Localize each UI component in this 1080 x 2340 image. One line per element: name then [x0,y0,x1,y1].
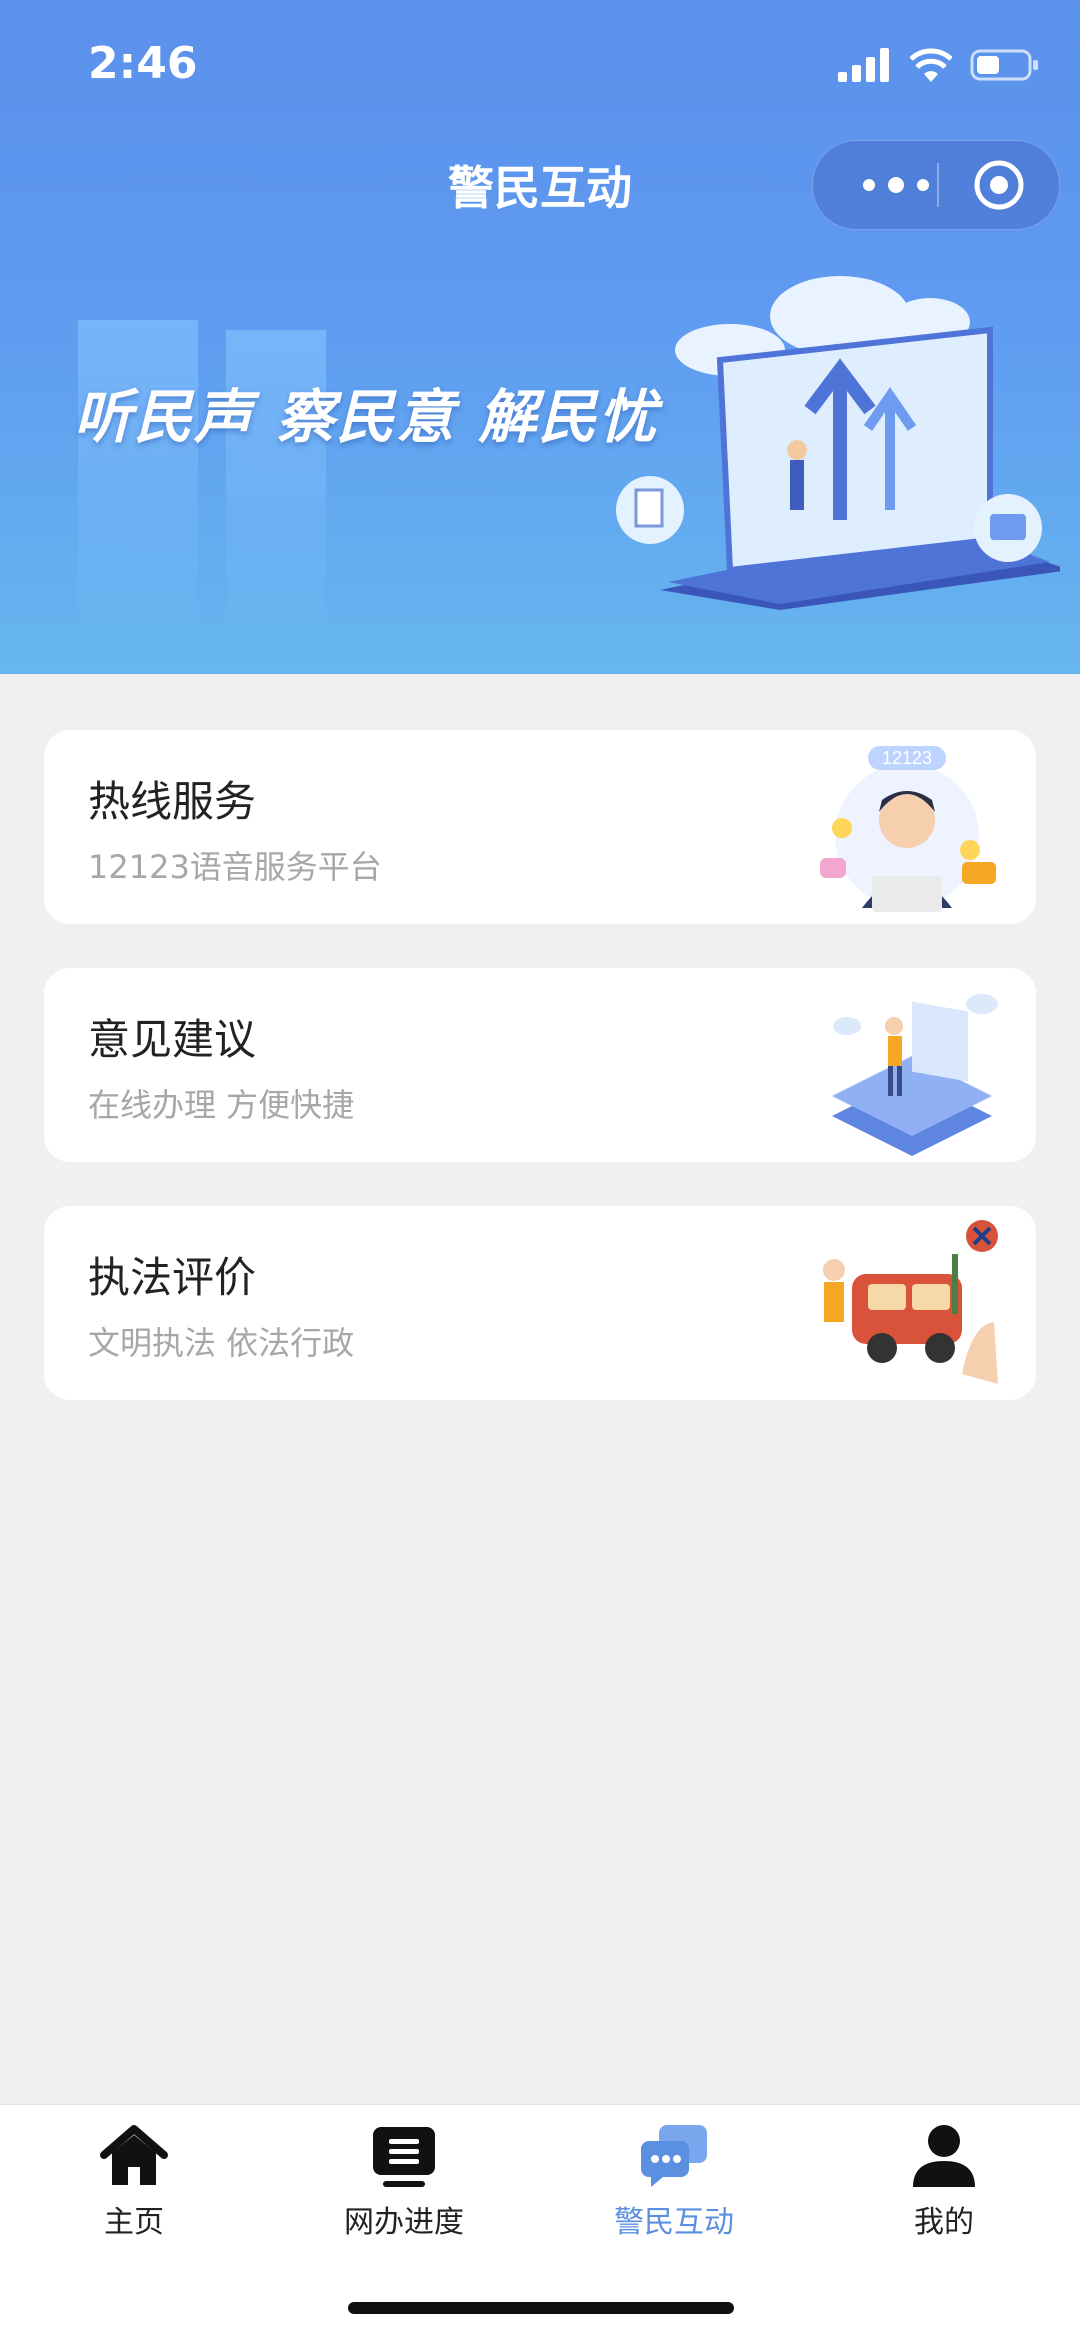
tab-label: 主页 [104,2205,164,2240]
tab-home[interactable]: 主页 [34,2123,234,2243]
laptop-cloud-illustration [616,276,1060,610]
card-suggestions[interactable]: 意见建议 在线办理 方便快捷 [44,968,1036,1162]
tab-label: 网办进度 [344,2205,464,2240]
card-title: 意见建议 [88,1015,257,1064]
more-dots-icon [863,177,929,193]
customer-service-illustration: 12123 [820,746,996,912]
tab-label: 我的 [914,2205,974,2240]
miniprogram-capsule [812,140,1060,230]
wifi-icon [910,48,952,82]
card-enforcement-review[interactable]: 执法评价 文明执法 依法行政 [44,1206,1036,1400]
tab-progress[interactable]: 网办进度 [304,2123,504,2243]
card-subtitle: 12123语音服务平台 [88,848,382,886]
header-banner: 2:46 警民互动 听民声 察民意 解民忧 [0,0,1080,674]
banner-slogan: 听民声 察民意 解民忧 [74,383,659,451]
status-time: 2:46 [88,38,198,89]
status-icons [838,48,1040,82]
car-traffic-illustration [823,1220,998,1384]
home-icon [100,2125,168,2185]
hotline-badge: 12123 [882,748,932,768]
card-title: 执法评价 [88,1253,257,1302]
user-icon [913,2125,975,2187]
close-button[interactable] [951,141,1041,229]
suggestion-box-illustration [832,994,998,1156]
tab-mine[interactable]: 我的 [844,2123,1044,2243]
card-subtitle: 在线办理 方便快捷 [88,1086,355,1124]
capsule-divider [937,163,939,207]
tab-interaction[interactable]: 警民互动 [574,2123,774,2243]
building-graphic [78,320,198,620]
progress-icon [373,2127,435,2187]
battery-icon [970,49,1038,81]
more-button[interactable] [851,141,941,229]
card-subtitle: 文明执法 依法行政 [88,1324,355,1362]
target-icon [974,160,1024,210]
tab-label: 警民互动 [614,2205,734,2240]
card-title: 热线服务 [88,777,257,826]
chat-icon [641,2125,707,2187]
home-indicator [348,2302,734,2314]
signal-icon [838,48,889,82]
card-hotline-service[interactable]: 热线服务 12123语音服务平台 12123 [44,730,1036,924]
